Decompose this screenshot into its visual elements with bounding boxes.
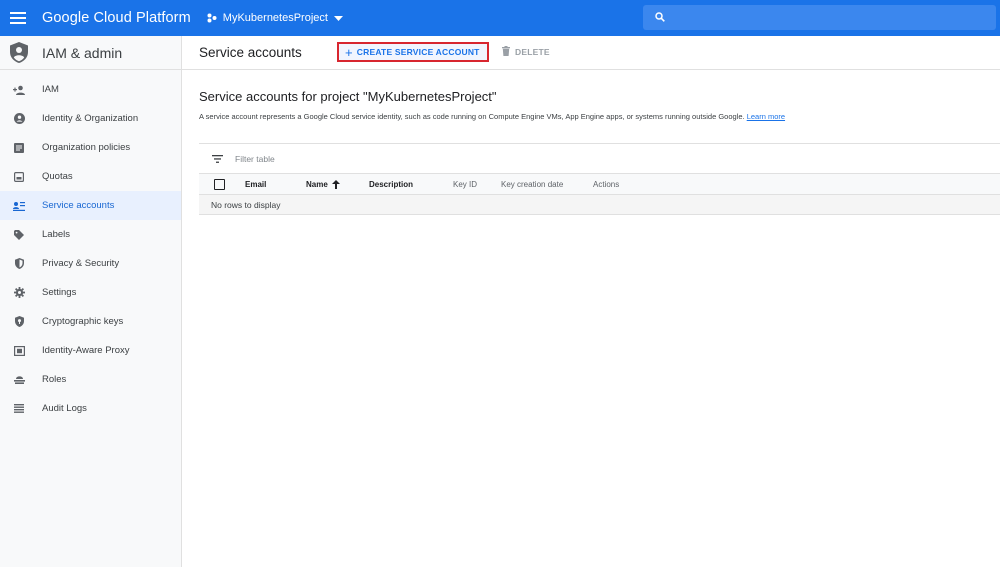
select-all-checkbox[interactable] [214, 179, 225, 190]
section-title: Service accounts for project "MyKubernet… [199, 89, 497, 104]
sidebar-item-settings[interactable]: Settings [0, 278, 181, 307]
page-title: Service accounts [199, 45, 302, 60]
action-bar: Service accounts [182, 36, 1000, 70]
sidebar-item-label: IAM [42, 84, 59, 95]
list-icon [0, 404, 38, 413]
project-dots-icon [207, 13, 217, 23]
sidebar-item-label: Service accounts [42, 200, 115, 211]
menu-icon[interactable] [0, 0, 36, 36]
iam-shield-icon [0, 42, 38, 63]
sidebar-item-label: Identity-Aware Proxy [42, 345, 130, 356]
search-icon [655, 9, 665, 27]
sidebar-item-iam[interactable]: IAM [0, 75, 181, 104]
column-header-email[interactable]: Email [245, 180, 266, 189]
quota-icon [0, 171, 38, 182]
create-button-label: CREATE SERVICE ACCOUNT [356, 47, 480, 57]
filter-icon[interactable] [199, 154, 235, 163]
gear-icon [0, 287, 38, 298]
delete-button[interactable]: DELETE [502, 46, 550, 58]
sidebar-item-label: Labels [42, 229, 70, 240]
caret-down-icon [333, 12, 343, 24]
column-header-name[interactable]: Name [306, 180, 340, 189]
learn-more-link[interactable]: Learn more [747, 112, 785, 121]
sidebar-item-identity-aware-proxy[interactable]: Identity-Aware Proxy [0, 336, 181, 365]
account-circle-icon [0, 113, 38, 124]
main-content: Service accounts + CREATE SERVICE ACCOUN… [182, 36, 1000, 567]
sidebar-item-label: Identity & Organization [42, 113, 139, 124]
sidebar-item-identity-organization[interactable]: Identity & Organization [0, 104, 181, 133]
search-bar[interactable] [643, 5, 996, 30]
top-app-bar: Google Cloud Platform MyKubernetesProjec… [0, 0, 1000, 36]
filter-input[interactable]: Filter table [235, 154, 275, 164]
column-header-actions: Actions [593, 180, 620, 189]
filter-row[interactable]: Filter table [199, 143, 1000, 173]
sidebar-item-cryptographic-keys[interactable]: Cryptographic keys [0, 307, 181, 336]
sidebar-item-privacy-security[interactable]: Privacy & Security [0, 249, 181, 278]
sidebar-item-label: Audit Logs [42, 403, 87, 414]
sidebar-header: IAM & admin [0, 36, 181, 70]
plus-icon: + [345, 44, 353, 60]
column-header-key-id: Key ID [453, 180, 478, 189]
column-header-key-creation-date: Key creation date [501, 180, 564, 189]
service-accounts-table: Filter table Email Name Description Key … [199, 143, 1000, 215]
sidebar-item-audit-logs[interactable]: Audit Logs [0, 394, 181, 423]
project-selector[interactable]: MyKubernetesProject [207, 12, 343, 24]
column-header-name-label: Name [306, 180, 328, 189]
sidebar-item-label: Settings [42, 287, 77, 298]
sidebar-item-organization-policies[interactable]: Organization policies [0, 133, 181, 162]
sidebar-item-labels[interactable]: Labels [0, 220, 181, 249]
privacy-shield-icon [0, 258, 38, 269]
sidebar-item-label: Quotas [42, 171, 73, 182]
sidebar-item-quotas[interactable]: Quotas [0, 162, 181, 191]
key-shield-icon [0, 316, 38, 327]
section-description-text: A service account represents a Google Cl… [199, 112, 745, 121]
delete-button-label: DELETE [515, 47, 550, 57]
trash-icon [502, 46, 515, 58]
create-service-account-button[interactable]: + CREATE SERVICE ACCOUNT [337, 42, 489, 62]
person-add-icon [0, 85, 38, 95]
sidebar-item-roles[interactable]: Roles [0, 365, 181, 394]
sidebar-item-label: Cryptographic keys [42, 316, 124, 327]
sidebar-item-label: Organization policies [42, 142, 131, 153]
project-name: MyKubernetesProject [222, 12, 328, 24]
proxy-icon [0, 345, 38, 356]
sidebar: IAM & admin IAM Identity & Organization … [0, 36, 182, 567]
label-tag-icon [0, 229, 38, 240]
table-header-row: Email Name Description Key ID Key creati… [199, 173, 1000, 195]
sort-ascending-icon [331, 180, 340, 189]
roles-hat-icon [0, 375, 38, 384]
sidebar-item-label: Privacy & Security [42, 258, 120, 269]
empty-table-message: No rows to display [199, 195, 1000, 215]
sidebar-title: IAM & admin [42, 44, 123, 61]
policy-doc-icon [0, 142, 38, 153]
sidebar-item-service-accounts[interactable]: Service accounts [0, 191, 181, 220]
column-header-description[interactable]: Description [369, 180, 413, 189]
section-description: A service account represents a Google Cl… [199, 112, 785, 121]
brand-title[interactable]: Google Cloud Platform [42, 10, 191, 26]
service-account-icon [0, 201, 38, 211]
sidebar-item-label: Roles [42, 374, 67, 385]
sidebar-nav: IAM Identity & Organization Organization… [0, 70, 181, 423]
